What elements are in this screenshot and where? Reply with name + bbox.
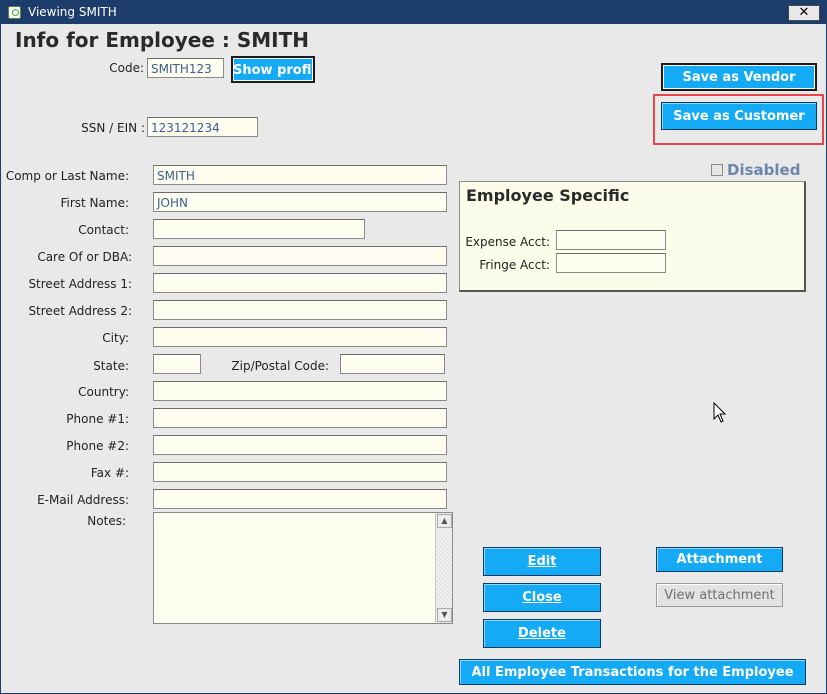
close-icon: ✕: [798, 5, 810, 20]
comp-last-name-field[interactable]: SMITH: [153, 165, 447, 185]
attachment-button[interactable]: Attachment: [656, 547, 783, 572]
country-label: Country:: [78, 385, 129, 399]
all-transactions-button[interactable]: All Employee Transactions for the Employ…: [459, 659, 806, 685]
save-as-vendor-button[interactable]: Save as Vendor: [661, 63, 817, 91]
notes-textarea[interactable]: ▲ ▼: [153, 512, 453, 624]
care-of-label: Care Of or DBA:: [37, 250, 132, 264]
show-profile-button[interactable]: Show profile: [231, 56, 315, 83]
ssn-label: SSN / EIN :: [81, 121, 145, 135]
close-window-button[interactable]: ✕: [788, 5, 820, 21]
care-of-field[interactable]: [153, 246, 447, 266]
scroll-down-icon[interactable]: ▼: [437, 608, 452, 622]
view-attachment-button[interactable]: View attachment: [656, 583, 783, 607]
window-title: Viewing SMITH: [28, 5, 117, 19]
fringe-acct-field[interactable]: [556, 253, 666, 273]
delete-button[interactable]: Delete: [483, 619, 601, 648]
phone1-label: Phone #1:: [66, 412, 129, 426]
save-as-customer-button[interactable]: Save as Customer: [661, 102, 817, 130]
disabled-checkbox[interactable]: [711, 164, 723, 176]
edit-button[interactable]: Edit: [483, 547, 601, 576]
zip-field[interactable]: [340, 354, 445, 374]
phone1-field[interactable]: [153, 408, 447, 428]
page-title: Info for Employee : SMITH: [15, 28, 309, 52]
street2-label: Street Address 2:: [28, 304, 132, 318]
first-name-label: First Name:: [60, 196, 129, 210]
expense-acct-field[interactable]: [556, 230, 666, 250]
phone2-field[interactable]: [153, 435, 447, 455]
state-label: State:: [93, 359, 129, 373]
notes-label: Notes:: [87, 514, 126, 528]
email-label: E-Mail Address:: [37, 493, 129, 507]
app-logo-icon: [8, 6, 21, 19]
country-field[interactable]: [153, 381, 447, 401]
fringe-acct-label: Fringe Acct:: [479, 258, 550, 272]
contact-field[interactable]: [153, 219, 365, 239]
email-field[interactable]: [153, 489, 447, 509]
first-name-field[interactable]: JOHN: [153, 192, 447, 212]
zip-label: Zip/Postal Code:: [231, 359, 329, 373]
expense-acct-label: Expense Acct:: [465, 235, 550, 249]
city-label: City:: [102, 331, 129, 345]
ssn-field[interactable]: 123121234: [147, 117, 258, 137]
contact-label: Contact:: [78, 223, 129, 237]
code-label: Code:: [109, 61, 144, 75]
phone2-label: Phone #2:: [66, 439, 129, 453]
scroll-up-icon[interactable]: ▲: [437, 514, 452, 528]
fax-label: Fax #:: [90, 466, 129, 480]
employee-window: Viewing SMITH ✕ Info for Employee : SMIT…: [0, 0, 827, 694]
disabled-label: Disabled: [727, 161, 801, 179]
fax-field[interactable]: [153, 462, 447, 482]
employee-specific-panel: Employee Specific Expense Acct: Fringe A…: [459, 181, 806, 292]
title-bar: Viewing SMITH ✕: [1, 1, 826, 24]
close-button[interactable]: Close: [483, 583, 601, 612]
street1-label: Street Address 1:: [28, 277, 132, 291]
mouse-cursor-icon: [713, 402, 727, 423]
state-field[interactable]: [153, 354, 201, 374]
street1-field[interactable]: [153, 273, 447, 293]
code-field[interactable]: SMITH123: [147, 58, 224, 78]
street2-field[interactable]: [153, 300, 447, 320]
employee-specific-title: Employee Specific: [466, 186, 630, 205]
notes-scrollbar[interactable]: ▲ ▼: [435, 513, 452, 623]
comp-last-name-label: Comp or Last Name:: [5, 169, 129, 183]
city-field[interactable]: [153, 327, 447, 347]
